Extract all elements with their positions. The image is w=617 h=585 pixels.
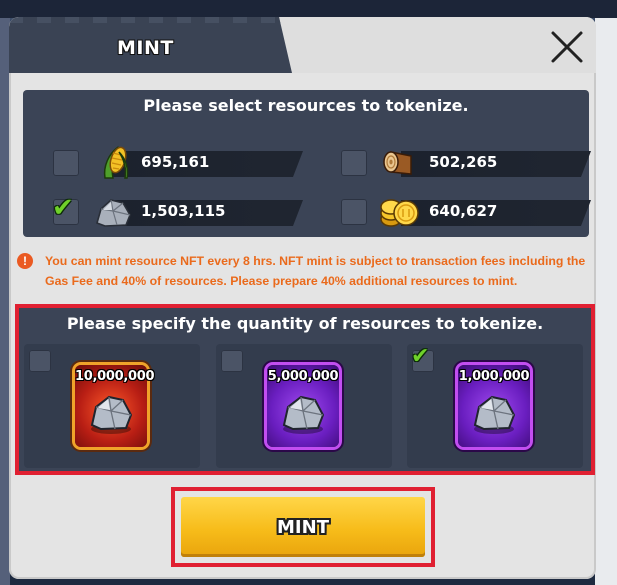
quantity-label: 10,000,000 [75,369,155,384]
background-right-edge [595,18,617,585]
gold-coins-icon [379,193,419,233]
resource-prompt: Please select resources to tokenize. [143,96,469,115]
mint-button[interactable]: MINT [181,497,425,557]
quantity-label: 5,000,000 [267,369,339,384]
resource-amount-corn: 695,161 [141,153,210,171]
item-frame-purple: 1,000,000 [458,365,530,447]
mint-button-highlight: MINT [171,487,435,567]
close-icon [551,31,583,63]
quantity-option-5m[interactable]: 5,000,000 [216,344,392,468]
resource-amount-wood: 502,265 [429,153,498,171]
resource-amount-gold: 640,627 [429,202,498,220]
mint-button-label: MINT [277,517,329,538]
resource-row-gold: 640,627 [341,197,581,227]
resource-row-wood: 502,265 [341,148,581,178]
dialog-title: MINT [117,37,174,59]
checkmark-icon: ✔ [411,344,430,369]
resource-selection-panel: Please select resources to tokenize. 695… [23,90,589,237]
checkbox-quantity-5m[interactable] [221,350,243,372]
stone-icon [282,395,325,434]
notice-text: You can mint resource NFT every 8 hrs. N… [45,254,586,288]
corn-icon [99,144,131,184]
stone-icon [473,395,516,434]
close-button[interactable] [547,27,587,67]
mint-dialog: MINT Please select resources to tokenize… [9,17,596,579]
resource-amount-stone: 1,503,115 [141,202,226,220]
warning-icon: ! [17,253,33,269]
resource-row-stone: ✔ 1,503,115 [52,193,293,227]
background-top-bar [0,0,617,18]
item-frame-orange: 10,000,000 [75,365,155,447]
quantity-selection-panel: Please specify the quantity of resources… [15,304,595,475]
dialog-header: MINT [9,17,596,73]
quantity-option-1m[interactable]: ✔ 1,000,000 [407,344,583,468]
quantity-option-10m[interactable]: 10,000,000 [24,344,200,468]
item-frame-purple: 5,000,000 [267,365,339,447]
quantity-prompt: Please specify the quantity of resources… [66,314,544,333]
checkbox-stone[interactable]: ✔ [52,193,79,225]
checkbox-quantity-10m[interactable] [29,350,51,372]
wood-log-icon [381,148,417,182]
checkbox-gold[interactable] [341,199,367,225]
resource-row-corn: 695,161 [53,145,293,179]
checkbox-corn[interactable] [53,150,79,176]
checkbox-wood[interactable] [341,150,367,176]
stone-icon [90,395,133,434]
stone-icon [93,195,133,233]
quantity-label: 1,000,000 [458,369,530,384]
checkbox-quantity-1m[interactable]: ✔ [411,344,434,372]
checkmark-icon: ✔ [52,193,74,223]
